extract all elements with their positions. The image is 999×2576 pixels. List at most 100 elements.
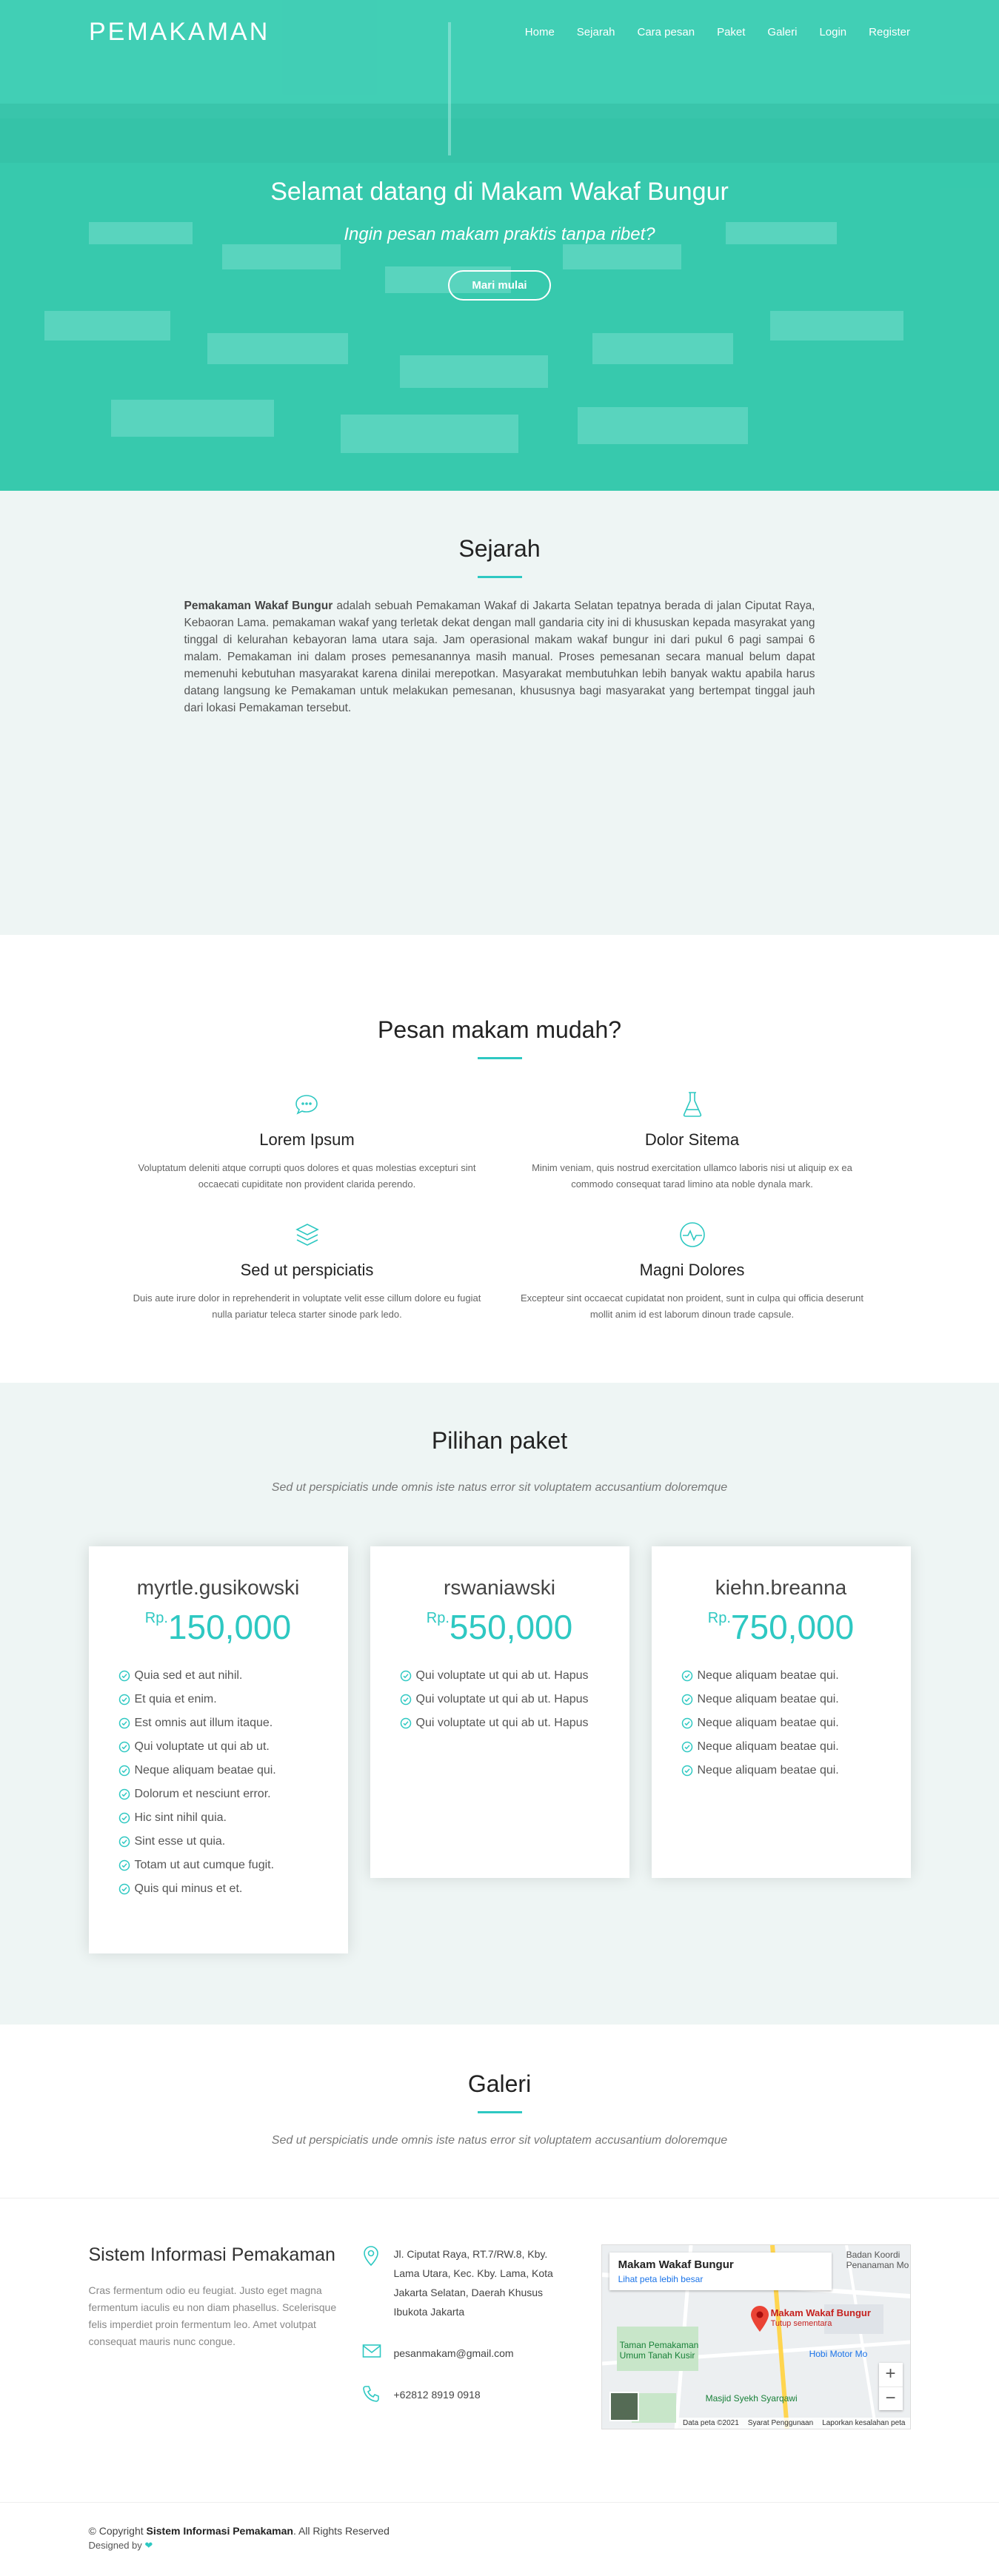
- contact-address: Jl. Ciputat Raya, RT.7/RW.8, Kby. Lama U…: [362, 2244, 564, 2321]
- sejarah-paragraph: Pemakaman Wakaf Bungur adalah sebuah Pem…: [184, 597, 815, 717]
- check-circle-icon: [118, 1670, 130, 1682]
- map-attribution: Data peta ©2021 Syarat Penggunaan Lapork…: [678, 2418, 910, 2429]
- package-feature-text: Neque aliquam beatae qui.: [697, 1693, 839, 1705]
- feature-title: Dolor Sitema: [644, 1130, 740, 1149]
- get-started-button[interactable]: Mari mulai: [448, 270, 551, 301]
- pricing-cards: myrtle.gusikowski Rp.150,000 Quia sed et…: [88, 1546, 911, 1953]
- feature-title: Magni Dolores: [639, 1261, 745, 1279]
- copyright-suffix: . All Rights Reserved: [293, 2525, 390, 2537]
- nav-link-paket[interactable]: Paket: [717, 26, 745, 38]
- check-circle-icon: [118, 1812, 130, 1824]
- package-feature: Qui voluptate ut qui ab ut. Hapus: [400, 1669, 600, 1683]
- package-feature-text: Neque aliquam beatae qui.: [697, 1669, 839, 1682]
- package-feature-text: Dolorum et nesciunt error.: [134, 1788, 271, 1800]
- package-features: Qui voluptate ut qui ab ut. Hapus Qui vol…: [400, 1669, 600, 1730]
- feature-text: Excepteur sint occaecat cupidatat non pr…: [521, 1292, 863, 1320]
- map-satellite-toggle[interactable]: [609, 2392, 639, 2421]
- layers-icon: [292, 1219, 323, 1250]
- copyright-prefix: © Copyright: [88, 2525, 147, 2537]
- pesan-section: Pesan makam mudah? Lorem Ipsum Voluptatu…: [0, 935, 999, 1383]
- phone-icon: [362, 2385, 383, 2406]
- map-info-card: Makam Wakaf Bungur Lihat peta lebih besa…: [609, 2253, 832, 2290]
- pricing-card[interactable]: kiehn.breanna Rp.750,000 Neque aliquam b…: [651, 1546, 911, 1878]
- price-amount: 750,000: [730, 1608, 855, 1646]
- package-feature: Qui voluptate ut qui ab ut. Hapus: [400, 1717, 600, 1730]
- nav-link-login[interactable]: Login: [819, 26, 846, 38]
- package-feature: Neque aliquam beatae qui.: [681, 1740, 881, 1754]
- package-feature: Qui voluptate ut qui ab ut. Hapus: [400, 1693, 600, 1706]
- package-feature-text: Neque aliquam beatae qui.: [697, 1717, 839, 1729]
- package-feature: Neque aliquam beatae qui.: [681, 1717, 881, 1730]
- map-label-badan: Badan Koordi Penanaman Mo: [846, 2250, 909, 2270]
- heart-icon: ❤: [144, 2540, 153, 2551]
- nav-link-cara-pesan[interactable]: Cara pesan: [638, 26, 695, 38]
- check-circle-icon: [118, 1788, 130, 1800]
- designed-by-text: Designed by: [88, 2540, 145, 2551]
- map-label-hobi: Hobi Motor Mo: [809, 2349, 868, 2359]
- site-logo[interactable]: PEMAKAMAN: [89, 18, 270, 47]
- check-circle-icon: [118, 1765, 130, 1777]
- feature-item: Magni Dolores Excepteur sint occaecat cu…: [515, 1219, 870, 1323]
- nav-link-galeri[interactable]: Galeri: [767, 26, 797, 38]
- zoom-out-button[interactable]: −: [878, 2387, 903, 2410]
- package-feature-text: Qui voluptate ut qui ab ut.: [134, 1740, 270, 1753]
- envelope-icon: [362, 2344, 383, 2363]
- map-pin-marker[interactable]: [750, 2306, 769, 2335]
- footer-about: Sistem Informasi Pemakaman Cras fermentu…: [89, 2244, 344, 2429]
- check-circle-icon: [681, 1765, 693, 1777]
- check-circle-icon: [681, 1670, 693, 1682]
- galeri-title: Galeri: [467, 2070, 532, 2097]
- currency-label: Rp.: [144, 1610, 168, 1626]
- check-circle-icon: [400, 1717, 412, 1729]
- footer-title: Sistem Informasi Pemakaman: [88, 2244, 335, 2265]
- footer-bottom: © Copyright Sistem Informasi Pemakaman. …: [0, 2502, 999, 2575]
- pricing-card[interactable]: myrtle.gusikowski Rp.150,000 Quia sed et…: [88, 1546, 348, 1953]
- map-report-link[interactable]: Laporkan kesalahan peta: [822, 2419, 905, 2427]
- contact-phone: +62812 8919 0918: [362, 2385, 564, 2406]
- check-circle-icon: [118, 1694, 130, 1705]
- nav-link-home[interactable]: Home: [525, 26, 555, 38]
- hero-content: Selamat datang di Makam Wakaf Bungur Ing…: [0, 178, 999, 301]
- package-feature-text: Sint esse ut quia.: [134, 1835, 226, 1848]
- nav-link-register[interactable]: Register: [869, 26, 910, 38]
- footer-inner: Sistem Informasi Pemakaman Cras fermentu…: [89, 2244, 911, 2429]
- zoom-in-button[interactable]: +: [879, 2363, 903, 2387]
- package-feature-text: Hic sint nihil quia.: [134, 1811, 227, 1824]
- package-feature: Sint esse ut quia.: [118, 1835, 318, 1848]
- package-feature-text: Totam ut aut cumque fugit.: [134, 1859, 275, 1871]
- address-text: Jl. Ciputat Raya, RT.7/RW.8, Kby. Lama U…: [393, 2248, 553, 2318]
- package-price: Rp.750,000: [681, 1607, 881, 1647]
- map-label-taman: Taman Pemakaman Umum Tanah Kusir: [619, 2340, 699, 2361]
- map-label-masjid: Masjid Syekh Syarqawi: [705, 2393, 798, 2404]
- pricing-card[interactable]: rswaniawski Rp.550,000 Qui voluptate ut …: [370, 1546, 629, 1878]
- map-terms-link[interactable]: Syarat Penggunaan: [748, 2419, 813, 2427]
- nav-link-sejarah[interactable]: Sejarah: [577, 26, 615, 38]
- feature-item: Dolor Sitema Minim veniam, quis nostrud …: [515, 1089, 870, 1193]
- package-feature: Est omnis aut illum itaque.: [118, 1717, 318, 1730]
- feature-title: Sed ut perspiciatis: [240, 1261, 374, 1279]
- check-circle-icon: [681, 1717, 693, 1729]
- package-feature: Neque aliquam beatae qui.: [118, 1764, 318, 1777]
- feature-item: Sed ut perspiciatis Duis aute irure dolo…: [130, 1219, 485, 1323]
- package-feature-text: Qui voluptate ut qui ab ut. Hapus: [415, 1693, 589, 1705]
- galeri-section: Galeri Sed ut perspiciatis unde omnis is…: [0, 2025, 999, 2198]
- feature-title: Lorem Ipsum: [259, 1130, 355, 1149]
- sejarah-section: Sejarah Pemakaman Wakaf Bungur adalah se…: [0, 491, 999, 935]
- navbar: PEMAKAMAN Home Sejarah Cara pesan Paket …: [0, 0, 999, 64]
- hero-section: PEMAKAMAN Home Sejarah Cara pesan Paket …: [0, 0, 999, 491]
- location-map[interactable]: Makam Wakaf Bungur Lihat peta lebih besa…: [601, 2244, 911, 2429]
- feature-text: Duis aute irure dolor in reprehenderit i…: [133, 1292, 481, 1320]
- phone-text[interactable]: +62812 8919 0918: [393, 2385, 480, 2406]
- package-feature: Quis qui minus et et.: [118, 1882, 318, 1896]
- check-circle-icon: [400, 1670, 412, 1682]
- sejarah-body: adalah sebuah Pemakaman Wakaf di Jakarta…: [184, 600, 815, 714]
- package-feature: Et quia et enim.: [118, 1693, 318, 1706]
- email-text[interactable]: pesanmakam@gmail.com: [393, 2344, 513, 2363]
- map-pin-label: Makam Wakaf Bungur: [770, 2307, 871, 2318]
- package-feature-text: Et quia et enim.: [134, 1693, 217, 1705]
- price-amount: 150,000: [167, 1608, 292, 1646]
- view-larger-map-link[interactable]: Lihat peta lebih besar: [618, 2274, 823, 2284]
- package-features: Neque aliquam beatae qui. Neque aliquam b…: [681, 1669, 881, 1777]
- paket-subtitle: Sed ut perspiciatis unde omnis iste natu…: [271, 1481, 728, 1494]
- package-feature-text: Neque aliquam beatae qui.: [697, 1740, 839, 1753]
